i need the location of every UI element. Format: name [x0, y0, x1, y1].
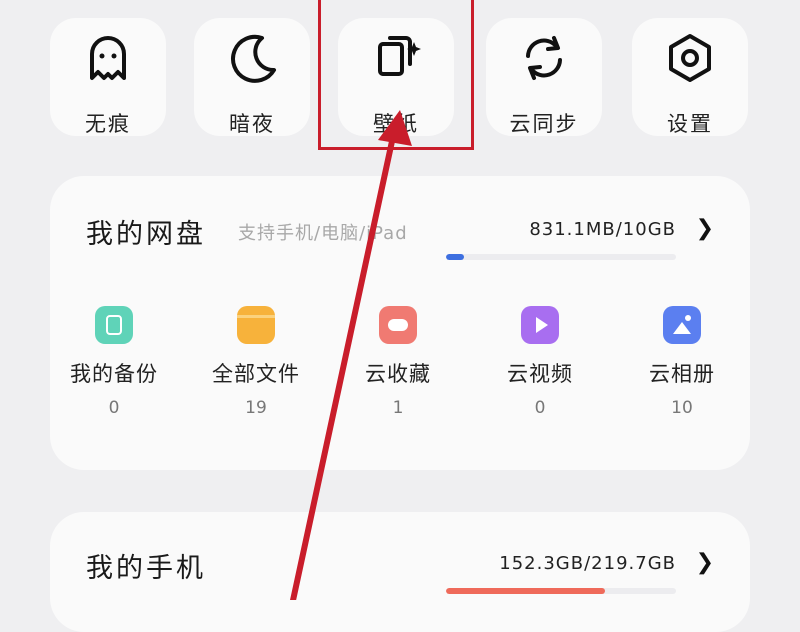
quick-action-label: 设置: [667, 112, 713, 136]
quick-action-settings[interactable]: 设置: [632, 18, 748, 136]
quick-action-cloud-sync[interactable]: 云同步: [486, 18, 602, 136]
quick-action-label: 无痕: [85, 112, 131, 136]
quick-action-label: 暗夜: [229, 112, 275, 136]
cloud-disk-subtitle: 支持手机/电脑/iPad: [238, 223, 408, 244]
feature-my-backup[interactable]: 我的备份 0: [44, 306, 184, 418]
feature-count: 19: [245, 398, 267, 418]
feature-name: 我的备份: [70, 362, 158, 386]
backup-icon: [95, 306, 133, 344]
cloud-disk-usage-fill: [446, 254, 465, 260]
my-phone-title: 我的手机: [86, 553, 206, 584]
sync-icon: [526, 36, 562, 80]
feature-count: 0: [108, 398, 120, 418]
cloud-disk-usage: 831.1MB/10GB: [529, 219, 676, 240]
feature-cloud-video[interactable]: 云视频 0: [470, 306, 610, 418]
quick-action-label: 云同步: [509, 112, 579, 136]
moon-icon: [231, 34, 276, 83]
folder-icon: [237, 306, 275, 344]
cloud-favorite-icon: [379, 306, 417, 344]
chevron-right-icon[interactable]: ❯: [696, 550, 714, 575]
my-phone-usage-fill: [446, 588, 605, 594]
feature-name: 云视频: [507, 362, 573, 386]
feature-name: 全部文件: [212, 362, 300, 386]
feature-all-files[interactable]: 全部文件 19: [186, 306, 326, 418]
cloud-video-icon: [521, 306, 559, 344]
feature-count: 10: [671, 398, 693, 418]
chevron-right-icon[interactable]: ❯: [696, 216, 714, 241]
feature-cloud-album[interactable]: 云相册 10: [612, 306, 752, 418]
cloud-album-icon: [663, 306, 701, 344]
cloud-disk-card[interactable]: 我的网盘 支持手机/电脑/iPad 831.1MB/10GB ❯ 我的备份 0 …: [50, 176, 750, 470]
quick-action-incognito[interactable]: 无痕: [50, 18, 166, 136]
feature-count: 1: [392, 398, 404, 418]
cloud-disk-title: 我的网盘: [86, 219, 206, 250]
my-phone-card[interactable]: 我的手机 152.3GB/219.7GB ❯: [50, 512, 750, 632]
feature-count: 0: [534, 398, 546, 418]
cloud-disk-usage-bar: [446, 254, 676, 260]
quick-action-night-mode[interactable]: 暗夜: [194, 18, 310, 136]
my-phone-usage: 152.3GB/219.7GB: [499, 553, 676, 574]
my-phone-usage-bar: [446, 588, 676, 594]
feature-name: 云相册: [649, 362, 715, 386]
annotation-highlight-box: [318, 0, 474, 150]
feature-cloud-favorites[interactable]: 云收藏 1: [328, 306, 468, 418]
feature-name: 云收藏: [365, 362, 431, 386]
gear-icon: [669, 34, 711, 82]
ghost-icon: [90, 36, 126, 80]
